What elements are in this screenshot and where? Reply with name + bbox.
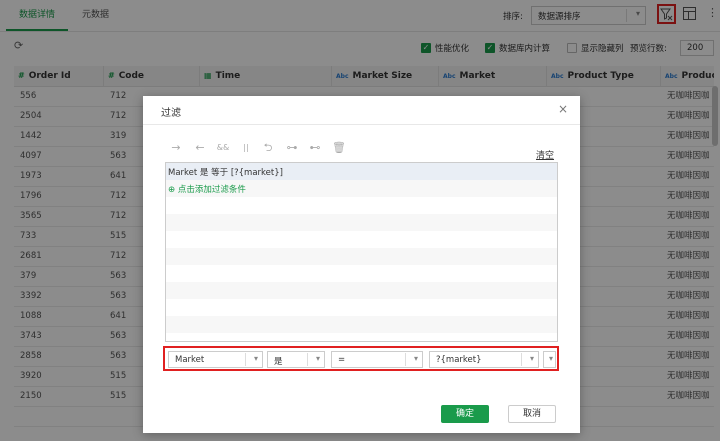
delete-icon[interactable]: 🗑	[332, 141, 346, 155]
bracket-icon[interactable]: ⮌	[261, 141, 275, 155]
chevron-down-icon: ▾	[548, 354, 553, 363]
value-select-value: ?{market}	[436, 355, 482, 365]
condition-empty-row	[166, 248, 557, 266]
value-select[interactable]: ?{market} ▾	[429, 351, 539, 368]
condition-text: Market 是 等于 [?{market}]	[168, 168, 283, 178]
insert-above-icon[interactable]: ⊶	[285, 141, 299, 155]
chevron-down-icon: ▾	[253, 354, 258, 363]
condition-editor: Market ▾ 是 ▾ = ▾ ?{market} ▾ ▾	[163, 346, 559, 371]
chevron-down-icon: ▾	[529, 354, 534, 363]
value-type-dropdown[interactable]: ▾	[543, 351, 556, 368]
condition-item[interactable]: Market 是 等于 [?{market}]	[166, 163, 557, 181]
arrow-right-icon[interactable]: →	[169, 141, 183, 155]
and-icon[interactable]: &&	[216, 141, 230, 155]
condition-empty-row	[166, 299, 557, 317]
condition-empty-row	[166, 197, 557, 215]
condition-empty-row	[166, 316, 557, 334]
field-select[interactable]: Market ▾	[168, 351, 263, 368]
chevron-down-icon: ▾	[315, 354, 320, 363]
confirm-button[interactable]: 确定	[441, 405, 489, 423]
condition-empty-row	[166, 231, 557, 249]
clear-button[interactable]: 清空	[536, 148, 554, 161]
insert-below-icon[interactable]: ⊷	[308, 141, 322, 155]
select-divider	[307, 353, 308, 366]
dialog-title: 过滤	[161, 108, 181, 119]
select-divider	[521, 353, 522, 366]
add-condition-link[interactable]: ⊕ 点击添加过滤条件	[168, 183, 246, 195]
arrow-left-icon[interactable]: ←	[193, 141, 207, 155]
condition-empty-row	[166, 333, 557, 341]
operator-select[interactable]: = ▾	[331, 351, 423, 368]
condition-empty-row	[166, 214, 557, 232]
chevron-down-icon: ▾	[413, 354, 418, 363]
dialog-divider	[143, 124, 580, 125]
condition-empty-row	[166, 282, 557, 300]
select-divider	[405, 353, 406, 366]
operator-select-value: =	[338, 355, 346, 365]
condition-empty-row	[166, 265, 557, 283]
cancel-button[interactable]: 取消	[508, 405, 556, 423]
condition-list: Market 是 等于 [?{market}] ⊕ 点击添加过滤条件	[165, 162, 558, 342]
field-select-value: Market	[175, 355, 205, 365]
add-condition-row[interactable]: ⊕ 点击添加过滤条件	[166, 180, 557, 198]
or-icon[interactable]: ||	[239, 141, 253, 155]
filter-dialog: 过滤 × → ← && || ⮌ ⊶ ⊷ 🗑 清空 Market 是 等于 [?{market…	[143, 96, 580, 433]
negation-select[interactable]: 是 ▾	[267, 351, 325, 368]
select-divider	[245, 353, 246, 366]
negation-select-value: 是	[274, 357, 283, 367]
close-icon[interactable]: ×	[558, 102, 568, 116]
